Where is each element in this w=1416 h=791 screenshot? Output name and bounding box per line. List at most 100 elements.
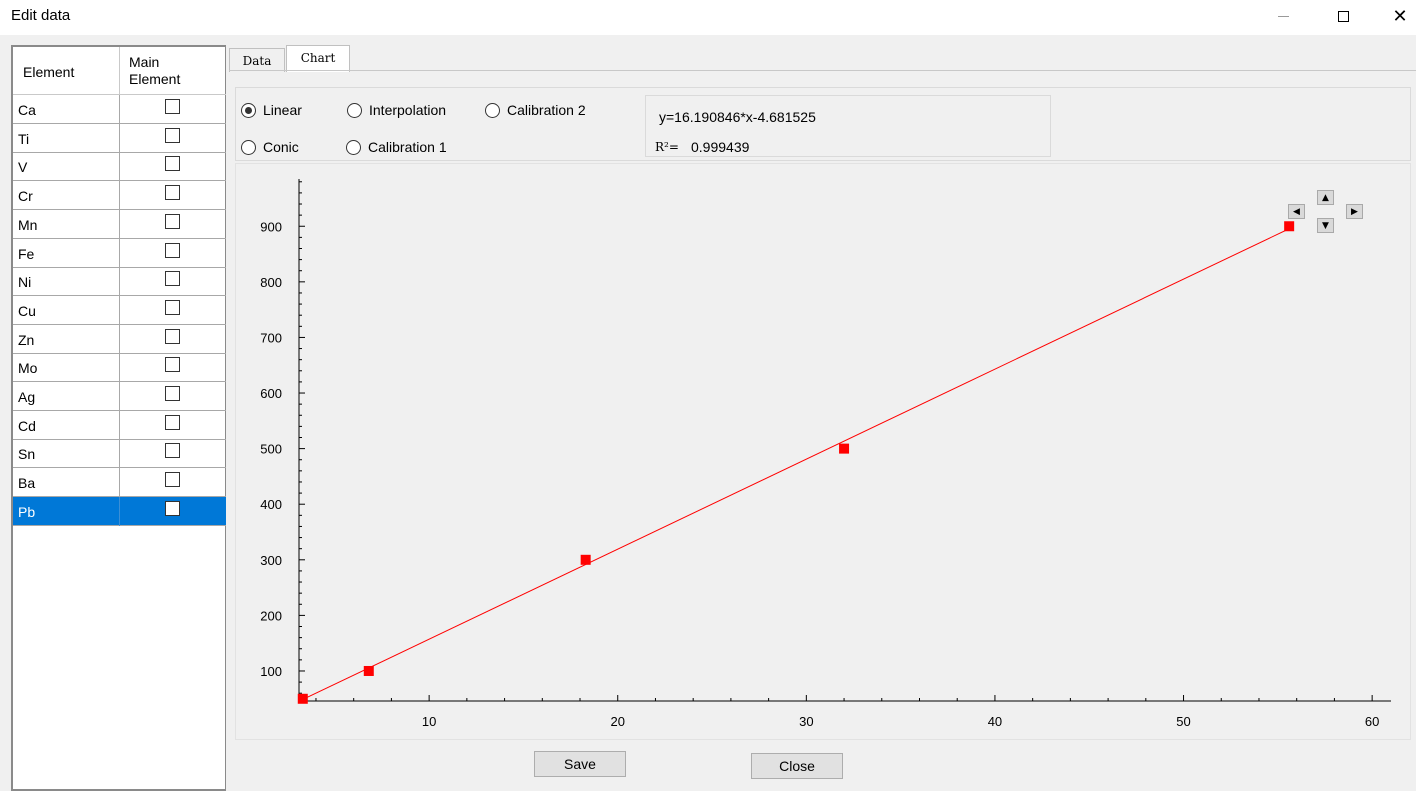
tab-data[interactable]: Data [229, 48, 285, 72]
column-header-main-element[interactable]: Main Element [129, 54, 180, 88]
close-window-button[interactable]: ✕ [1377, 0, 1416, 33]
element-name: Zn [18, 331, 35, 348]
radio-calibration-1-dot[interactable] [346, 139, 361, 155]
y-tick-label: 400 [260, 497, 282, 512]
element-name: Cr [18, 188, 33, 205]
tab-chart[interactable]: Chart [286, 45, 350, 72]
data-point [580, 554, 591, 565]
close-icon: ✕ [1392, 5, 1408, 27]
title-bar: Edit data ✕ [0, 0, 1416, 35]
radio-interpolation-dot[interactable] [347, 102, 362, 118]
radio-calibration-2-dot[interactable] [485, 102, 500, 118]
table-row[interactable]: Mo [13, 353, 226, 383]
main-element-checkbox[interactable] [165, 414, 180, 430]
main-element-checkbox[interactable] [165, 185, 180, 201]
table-row[interactable]: V [13, 152, 226, 182]
save-button[interactable]: Save [534, 751, 626, 777]
table-row[interactable]: Pb [13, 496, 226, 526]
y-tick-label: 100 [260, 664, 282, 679]
y-tick-label: 500 [260, 442, 282, 457]
element-name: Mn [18, 216, 38, 233]
element-name: Fe [18, 245, 35, 262]
x-tick-label: 50 [1176, 714, 1190, 729]
element-name: Ba [18, 475, 36, 492]
maximize-icon [1337, 11, 1349, 22]
pan-left-button[interactable]: ◀ [1288, 204, 1305, 219]
radio-linear[interactable]: Linear [241, 102, 302, 118]
radio-calibration-2[interactable]: Calibration 2 [485, 102, 586, 118]
x-tick-label: 60 [1365, 714, 1379, 729]
table-row[interactable]: Ni [13, 267, 226, 297]
minimize-button[interactable] [1260, 0, 1306, 33]
data-point [297, 693, 308, 704]
y-tick-label: 200 [260, 608, 282, 623]
main-element-checkbox[interactable] [165, 242, 180, 258]
main-element-checkbox[interactable] [165, 328, 180, 344]
table-row[interactable]: Ti [13, 123, 226, 153]
main-element-checkbox[interactable] [165, 156, 180, 172]
equation-box: y=16.190846*x-4.681525 R²= 0.999439 [645, 95, 1051, 157]
radio-linear-dot[interactable] [241, 102, 256, 118]
radio-conic[interactable]: Conic [241, 139, 299, 155]
calibration-chart: 100 200 300 400 500 600 700 800 900 10 20 30 40 50 60 [260, 179, 1391, 729]
table-row[interactable]: Cu [13, 295, 226, 325]
element-name: Ni [18, 274, 32, 291]
element-name: Sn [18, 446, 36, 463]
arrow-down-icon: ▼ [1322, 220, 1329, 231]
arrow-up-icon: ▲ [1322, 192, 1329, 203]
table-row[interactable]: Sn [13, 439, 226, 469]
y-tick-label: 900 [260, 219, 282, 234]
radio-calibration-1[interactable]: Calibration 1 [346, 139, 447, 155]
window-title: Edit data [11, 7, 71, 24]
maximize-button[interactable] [1320, 0, 1366, 33]
y-tick-label: 800 [260, 275, 282, 290]
table-header: Element Main Element [13, 47, 226, 95]
fit-equation: y=16.190846*x-4.681525 [659, 109, 816, 125]
main-element-checkbox[interactable] [165, 386, 180, 401]
data-point [839, 443, 850, 454]
main-element-checkbox[interactable] [165, 99, 180, 114]
table-row[interactable]: Ca [13, 95, 226, 124]
main-element-checkbox[interactable] [165, 271, 180, 287]
chart-area: 100 200 300 400 500 600 700 800 900 10 20 30 40 50 60 [235, 163, 1411, 740]
table-row[interactable]: Cr [13, 181, 226, 211]
element-name: Cd [18, 417, 36, 434]
element-table: Element Main Element Ca Ti V Cr Mn Fe Ni Cu Zn Mo… [11, 45, 226, 791]
column-header-element[interactable]: Element [23, 64, 74, 80]
main-element-checkbox[interactable] [165, 500, 180, 516]
main-element-checkbox[interactable] [165, 357, 180, 373]
y-tick-label: 300 [260, 553, 282, 568]
x-tick-label: 10 [422, 714, 436, 729]
arrow-right-icon: ▶ [1351, 206, 1358, 217]
pan-right-button[interactable]: ▶ [1346, 204, 1363, 219]
table-row[interactable]: Fe [13, 238, 226, 268]
main-element-checkbox[interactable] [165, 299, 180, 315]
table-row[interactable]: Cd [13, 410, 226, 440]
table-row[interactable]: Mn [13, 209, 226, 239]
element-name: Ti [18, 130, 30, 147]
data-point [363, 665, 374, 676]
minimize-icon [1277, 16, 1289, 17]
main-element-checkbox[interactable] [165, 443, 180, 459]
table-row[interactable]: Zn [13, 324, 226, 354]
table-row[interactable]: Ag [13, 382, 226, 411]
y-tick-label: 600 [260, 386, 282, 401]
close-button[interactable]: Close [751, 753, 843, 779]
element-name: Ca [18, 102, 36, 118]
pan-down-button[interactable]: ▼ [1317, 218, 1334, 233]
main-element-checkbox[interactable] [165, 213, 180, 229]
table-row[interactable]: Ba [13, 468, 226, 498]
main-element-checkbox[interactable] [165, 472, 180, 488]
arrow-left-icon: ◀ [1293, 206, 1300, 217]
main-element-checkbox[interactable] [165, 127, 180, 143]
r-squared-value: 0.999439 [691, 139, 750, 155]
element-name: Pb [18, 503, 36, 520]
radio-conic-dot[interactable] [241, 139, 256, 155]
data-point [1284, 221, 1295, 232]
element-name: Cu [18, 302, 36, 319]
fit-line [302, 228, 1290, 700]
element-name: Mo [18, 360, 38, 377]
element-name: Ag [18, 389, 36, 405]
pan-up-button[interactable]: ▲ [1317, 190, 1334, 205]
radio-interpolation[interactable]: Interpolation [347, 102, 446, 118]
